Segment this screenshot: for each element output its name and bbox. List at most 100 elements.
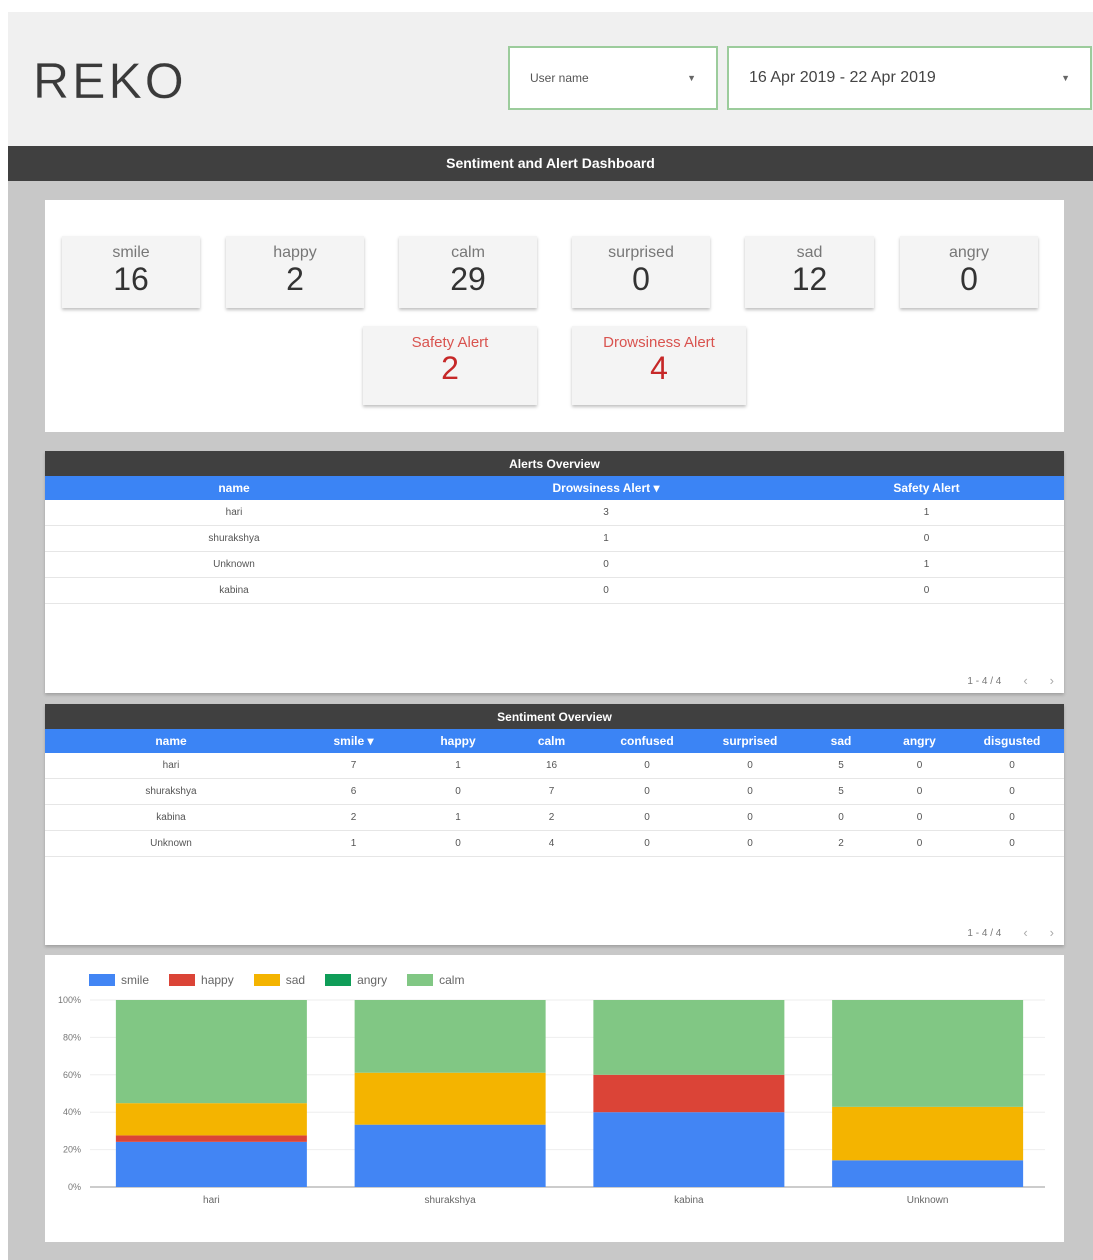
alerts-overview-table: Alerts Overview name Drowsiness Alert ▾ … <box>45 451 1064 693</box>
table-cell: 1 <box>923 559 930 570</box>
y-tick-label: 80% <box>63 1032 81 1042</box>
table-cell: kabina <box>156 812 186 823</box>
chevron-left-icon[interactable]: ‹ <box>1023 926 1027 939</box>
table-cell: 0 <box>747 760 753 771</box>
table-row: kabina 2 1 2 0 0 0 0 0 <box>45 805 1064 831</box>
bar-segment-happy <box>115 1135 307 1142</box>
column-header-surprised[interactable]: surprised <box>697 729 803 753</box>
kpi-value: 29 <box>450 261 486 297</box>
user-name-select[interactable]: User name ▼ <box>508 46 718 110</box>
kpi-label: calm <box>451 244 485 261</box>
kpi-value: 0 <box>960 261 978 297</box>
bar-segment-smile <box>354 1124 546 1187</box>
chevron-right-icon[interactable]: › <box>1050 674 1054 687</box>
table-cell: 0 <box>923 533 930 544</box>
chevron-right-icon[interactable]: › <box>1050 926 1054 939</box>
table-cell: 2 <box>838 838 844 849</box>
kpi-label: surprised <box>608 244 674 261</box>
column-header-safety-alert[interactable]: Safety Alert <box>789 476 1064 500</box>
sentiment-overview-table: Sentiment Overview name smile ▾ happy ca… <box>45 704 1064 945</box>
table-cell: hari <box>225 507 243 518</box>
kpi-label: sad <box>796 244 823 261</box>
table-cell: 0 <box>916 838 923 849</box>
table-cell: 0 <box>923 585 930 596</box>
bar-segment-calm <box>354 1000 546 1073</box>
table-header: name Drowsiness Alert ▾ Safety Alert <box>45 476 1064 500</box>
table-cell: 2 <box>548 812 555 823</box>
table-cell: 1 <box>603 533 609 544</box>
x-tick-label: kabina <box>674 1195 704 1206</box>
table-cell: 0 <box>1009 838 1015 849</box>
bar-segment-smile <box>115 1141 307 1187</box>
kpi-label: angry <box>948 244 990 261</box>
kpi-card-safety-alert: Safety Alert 2 <box>363 326 537 405</box>
kpi-card-calm: calm 29 <box>399 236 537 308</box>
header: REKO User name ▼ 16 Apr 2019 - 22 Apr 20… <box>8 12 1093 146</box>
column-header-confused[interactable]: confused <box>597 729 697 753</box>
column-header-angry[interactable]: angry <box>879 729 960 753</box>
kpi-card-smile: smile 16 <box>62 236 200 308</box>
column-header-disgusted[interactable]: disgusted <box>960 729 1064 753</box>
table-cell: 0 <box>455 838 461 849</box>
table-cell: 0 <box>644 838 650 849</box>
table-cell: 5 <box>838 760 844 771</box>
y-tick-label: 40% <box>63 1107 81 1117</box>
table-cell: 0 <box>455 786 461 797</box>
column-header-smile[interactable]: smile ▾ <box>297 729 410 753</box>
pager-range: 1 - 4 / 4 <box>967 676 1002 687</box>
column-header-calm[interactable]: calm <box>506 729 597 753</box>
table-cell: 0 <box>1009 812 1015 823</box>
table-cell: 1 <box>455 760 461 771</box>
table-row: shurakshya 6 0 7 0 0 5 0 0 <box>45 779 1064 805</box>
table-title: Sentiment Overview <box>45 704 1064 729</box>
column-header-happy[interactable]: happy <box>410 729 506 753</box>
alert-label: Safety Alert <box>411 334 489 351</box>
dropdown-arrow-icon: ▼ <box>1061 73 1070 83</box>
alert-value: 4 <box>650 350 668 386</box>
date-range-select[interactable]: 16 Apr 2019 - 22 Apr 2019 ▼ <box>727 46 1092 110</box>
table-cell: 5 <box>838 786 844 797</box>
chevron-left-icon[interactable]: ‹ <box>1023 674 1027 687</box>
kpi-value: 12 <box>791 261 828 297</box>
table-cell: 0 <box>916 812 923 823</box>
kpi-label: happy <box>273 244 317 261</box>
table-cell: 7 <box>548 786 555 797</box>
table-cell: 0 <box>916 786 923 797</box>
bar-segment-smile <box>832 1160 1024 1187</box>
table-cell: hari <box>162 760 180 771</box>
table-cell: shurakshya <box>208 533 260 544</box>
table-pager: 1 - 4 / 4 ‹ › <box>967 926 1054 939</box>
kpi-label: smile <box>112 244 150 261</box>
table-cell: 3 <box>603 507 609 518</box>
table-cell: 16 <box>545 760 558 771</box>
kpi-card-sad: sad 12 <box>745 236 874 308</box>
table-row: Unknown 0 1 <box>45 552 1064 578</box>
kpi-value: 2 <box>286 261 304 297</box>
bar-segment-sad <box>115 1103 307 1136</box>
kpi-card-happy: happy 2 <box>226 236 364 308</box>
table-cell: 6 <box>350 786 357 797</box>
dashboard-title: Sentiment and Alert Dashboard <box>8 146 1093 181</box>
bar-segment-calm <box>593 1000 785 1075</box>
x-tick-label: shurakshya <box>425 1195 477 1206</box>
kpi-value: 0 <box>632 261 650 297</box>
kpi-value: 16 <box>113 261 149 297</box>
column-header-drowsiness-alert[interactable]: Drowsiness Alert ▾ <box>423 476 789 500</box>
table-cell: 0 <box>1009 786 1015 797</box>
date-range-value: 16 Apr 2019 - 22 Apr 2019 <box>749 69 936 86</box>
bar-segment-smile <box>593 1112 785 1187</box>
pager-range: 1 - 4 / 4 <box>967 928 1002 939</box>
bar-segment-happy <box>593 1074 785 1113</box>
table-row: Unknown 1 0 4 0 0 2 0 0 <box>45 831 1064 857</box>
table-cell: shurakshya <box>145 786 197 797</box>
kpi-card-angry: angry 0 <box>900 236 1038 308</box>
column-header-name[interactable]: name <box>45 476 423 500</box>
table-cell: 0 <box>644 812 650 823</box>
table-cell: kabina <box>219 585 249 596</box>
column-header-name[interactable]: name <box>45 729 297 753</box>
column-header-sad[interactable]: sad <box>803 729 879 753</box>
table-header: name smile ▾ happy calm confused surpris… <box>45 729 1064 753</box>
x-tick-label: hari <box>203 1195 220 1206</box>
y-tick-label: 60% <box>63 1070 81 1080</box>
table-cell: 4 <box>548 838 555 849</box>
